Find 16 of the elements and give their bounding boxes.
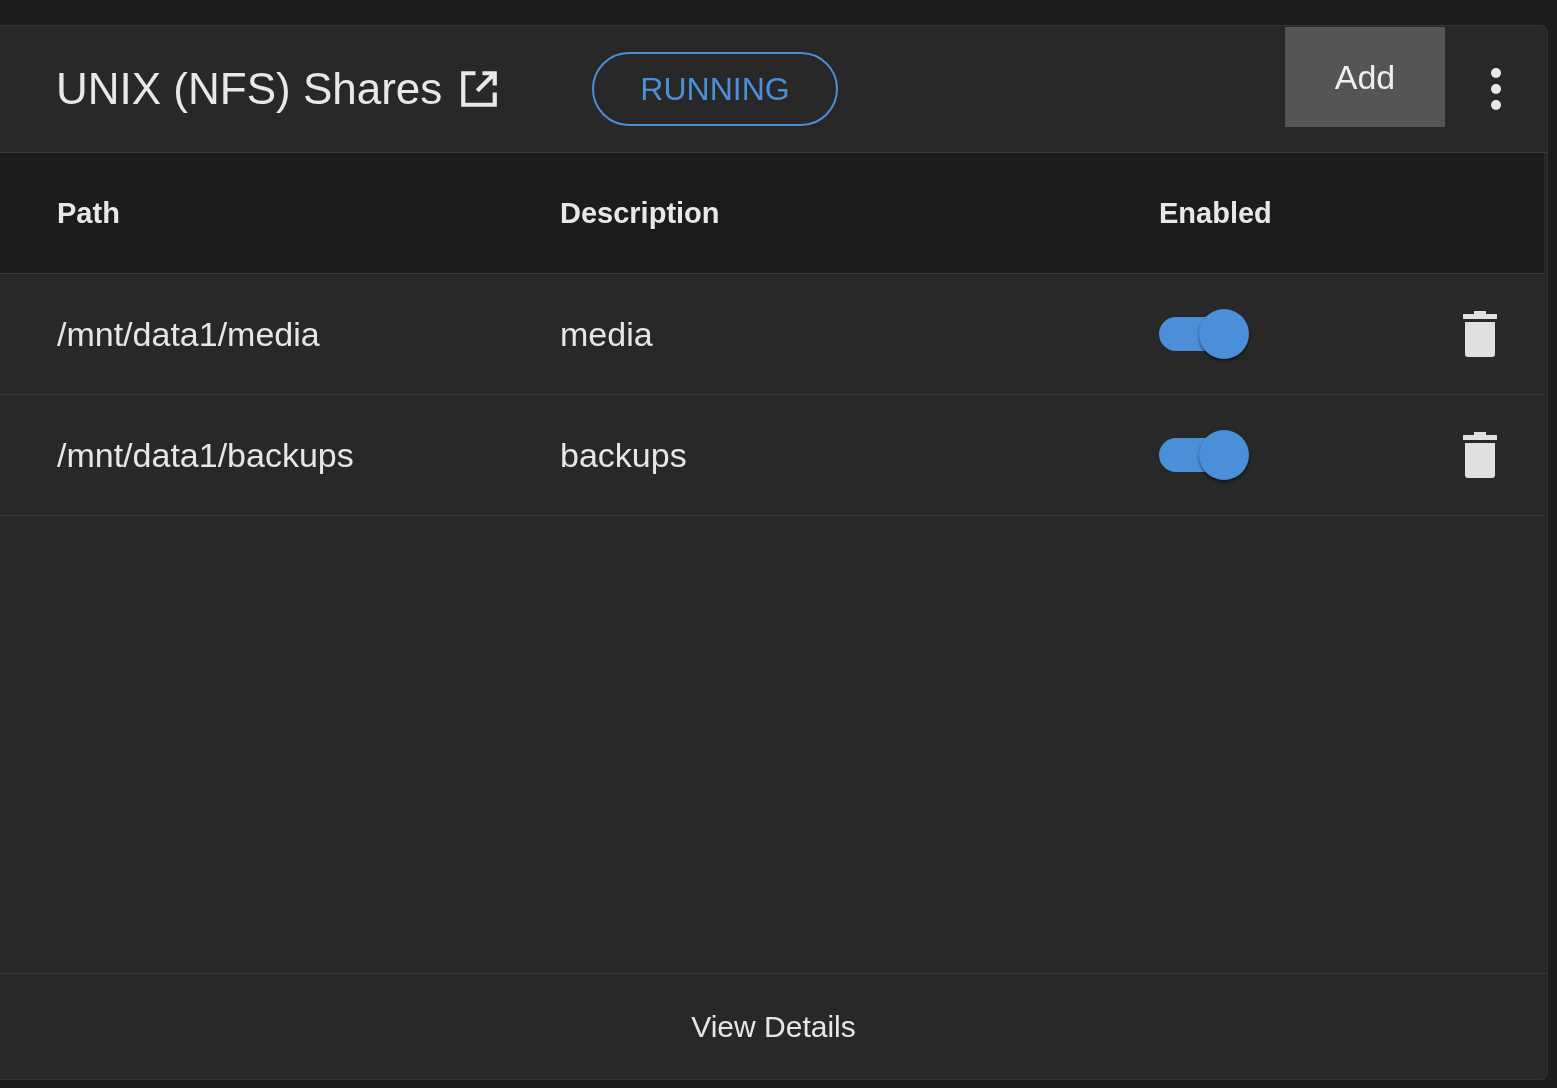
add-button[interactable]: Add	[1285, 27, 1445, 127]
column-header: Description	[560, 196, 720, 229]
more-options-icon[interactable]	[1489, 67, 1503, 111]
status-badge: RUNNING	[592, 52, 838, 126]
column-header: Enabled	[1159, 196, 1272, 229]
toggle-switch[interactable]	[1159, 430, 1249, 480]
table-cell: backups	[560, 435, 687, 474]
table-cell: /mnt/data1/backups	[57, 435, 354, 474]
view-details-link[interactable]: View Details	[691, 1009, 856, 1044]
toggle-switch[interactable]	[1159, 309, 1249, 359]
trash-icon[interactable]	[1463, 311, 1497, 357]
table-cell: media	[560, 314, 653, 353]
table-cell: /mnt/data1/media	[57, 314, 320, 353]
trash-icon[interactable]	[1463, 432, 1497, 478]
card-title: UNIX (NFS) Shares	[56, 64, 443, 114]
column-header: Path	[57, 196, 120, 229]
